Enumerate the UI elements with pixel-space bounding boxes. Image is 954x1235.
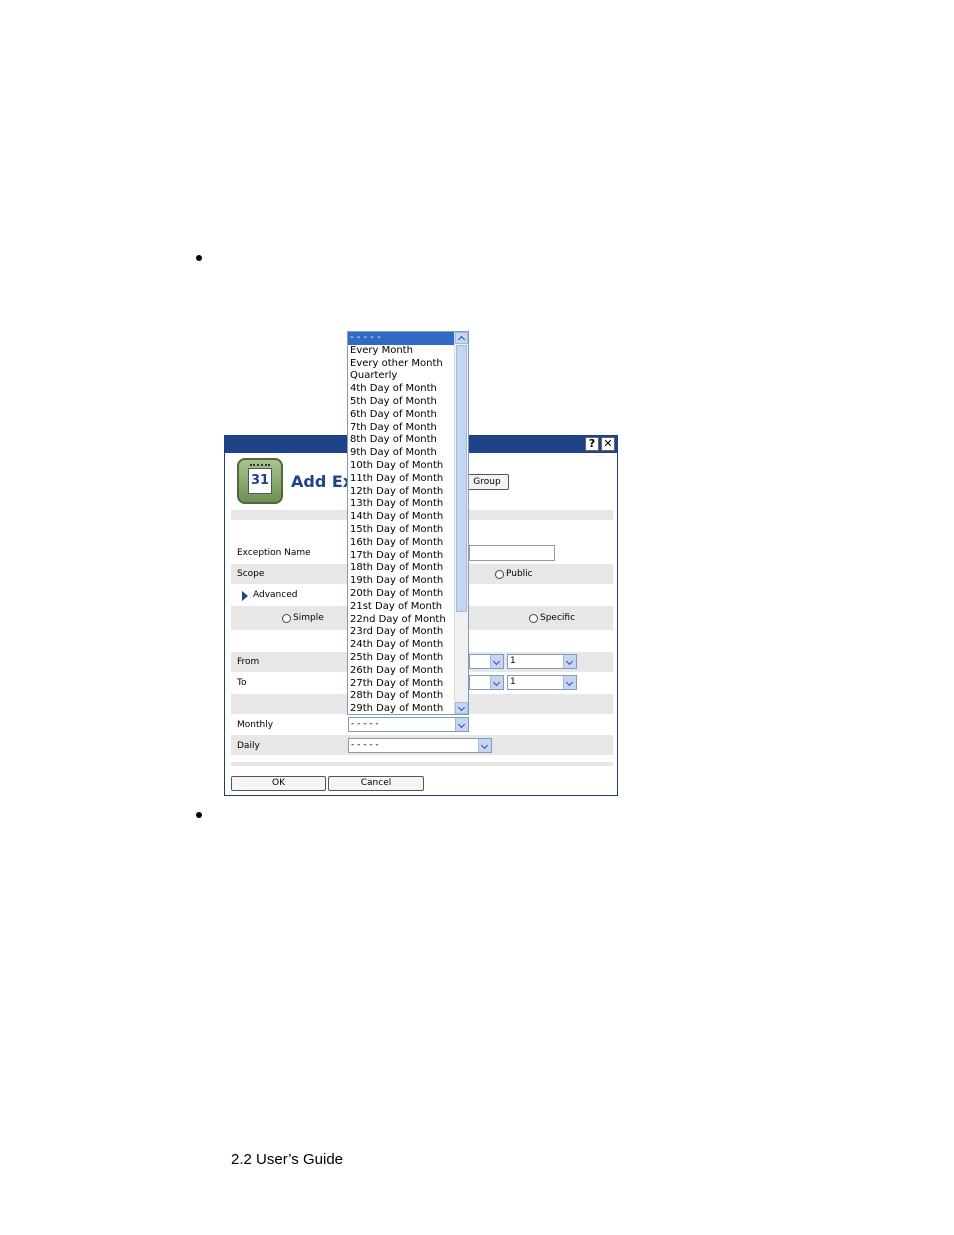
radio-circle-icon: [282, 613, 291, 623]
public-radio[interactable]: Public: [495, 569, 533, 579]
dropdown-option[interactable]: 26th Day of Month: [348, 665, 454, 678]
to-month-select[interactable]: 1: [507, 675, 577, 690]
dropdown-scrollbar[interactable]: [454, 332, 468, 714]
calendar-icon: 31: [237, 458, 283, 504]
cancel-button[interactable]: Cancel: [328, 776, 424, 791]
monthly-value: - - - - -: [351, 719, 379, 729]
public-radio-label: Public: [506, 569, 533, 579]
dropdown-option[interactable]: 17th Day of Month: [348, 550, 454, 563]
dropdown-option[interactable]: 10th Day of Month: [348, 460, 454, 473]
monthly-select[interactable]: - - - - -: [348, 717, 469, 732]
chevron-down-icon: [563, 655, 576, 668]
from-label: From: [237, 657, 260, 667]
dropdown-option[interactable]: 23rd Day of Month: [348, 626, 454, 639]
chevron-down-icon: [490, 676, 503, 689]
dropdown-option[interactable]: Every Month: [348, 345, 454, 358]
daily-label: Daily: [237, 741, 260, 751]
specific-radio-label: Specific: [540, 613, 576, 623]
chevron-down-icon: [563, 676, 576, 689]
ok-button[interactable]: OK: [231, 776, 326, 791]
advanced-toggle[interactable]: Advanced: [253, 590, 297, 600]
dropdown-option[interactable]: 9th Day of Month: [348, 447, 454, 460]
from-month-value: 1: [510, 656, 516, 666]
scroll-down-icon[interactable]: [455, 702, 468, 714]
footer-separator: [231, 762, 613, 766]
chevron-down-icon: [490, 655, 503, 668]
dropdown-option[interactable]: 28th Day of Month: [348, 690, 454, 703]
dropdown-option[interactable]: 22nd Day of Month: [348, 614, 454, 627]
dropdown-options: - - - - - Every Month Every other Month Qua…: [348, 332, 454, 714]
dropdown-option[interactable]: Every other Month: [348, 358, 454, 371]
help-button[interactable]: ?: [585, 437, 599, 451]
from-month-select[interactable]: 1: [507, 654, 577, 669]
radio-circle-icon: [529, 613, 538, 623]
dropdown-option[interactable]: 4th Day of Month: [348, 383, 454, 396]
calendar-number: 31: [248, 468, 272, 494]
chevron-down-icon: [455, 718, 468, 731]
dropdown-option[interactable]: 15th Day of Month: [348, 524, 454, 537]
dropdown-option[interactable]: 6th Day of Month: [348, 409, 454, 422]
from-day-select[interactable]: [469, 654, 504, 669]
dropdown-option[interactable]: 21st Day of Month: [348, 601, 454, 614]
dropdown-option[interactable]: 12th Day of Month: [348, 486, 454, 499]
dropdown-option[interactable]: - - - - -: [348, 332, 454, 345]
radio-circle-icon: [495, 569, 504, 579]
page-footer: 2.2 User’s Guide: [231, 1151, 344, 1168]
dropdown-option[interactable]: 19th Day of Month: [348, 575, 454, 588]
dropdown-option[interactable]: 13th Day of Month: [348, 498, 454, 511]
dropdown-option[interactable]: 24th Day of Month: [348, 639, 454, 652]
dropdown-option[interactable]: 11th Day of Month: [348, 473, 454, 486]
exception-name-label: Exception Name: [237, 548, 311, 558]
bullet-1: [196, 255, 202, 261]
dropdown-option[interactable]: 16th Day of Month: [348, 537, 454, 550]
simple-radio[interactable]: Simple: [282, 613, 324, 623]
group-button[interactable]: Group: [465, 474, 509, 490]
specific-radio[interactable]: Specific: [529, 613, 575, 623]
monthly-dropdown-list[interactable]: - - - - - Every Month Every other Month Qua…: [347, 331, 469, 715]
simple-radio-label: Simple: [293, 613, 324, 623]
dropdown-option[interactable]: 27th Day of Month: [348, 678, 454, 691]
dropdown-option[interactable]: 5th Day of Month: [348, 396, 454, 409]
dropdown-option[interactable]: 29th Day of Month: [348, 703, 454, 714]
to-day-select[interactable]: [469, 675, 504, 690]
dropdown-option[interactable]: 7th Day of Month: [348, 422, 454, 435]
to-label: To: [237, 678, 247, 688]
close-button[interactable]: ✕: [601, 437, 615, 451]
dropdown-option[interactable]: 18th Day of Month: [348, 562, 454, 575]
scroll-up-icon[interactable]: [455, 332, 468, 344]
daily-select[interactable]: - - - - -: [348, 738, 492, 753]
to-month-value: 1: [510, 677, 516, 687]
chevron-down-icon: [478, 739, 491, 752]
scroll-thumb[interactable]: [456, 345, 467, 612]
scope-label: Scope: [237, 569, 265, 579]
exception-name-field[interactable]: [469, 545, 555, 561]
dropdown-option[interactable]: 25th Day of Month: [348, 652, 454, 665]
dropdown-option[interactable]: 14th Day of Month: [348, 511, 454, 524]
triangle-right-icon[interactable]: [242, 591, 248, 601]
monthly-label: Monthly: [237, 720, 274, 730]
daily-value: - - - - -: [351, 740, 379, 750]
dropdown-option[interactable]: Quarterly: [348, 370, 454, 383]
bullet-2: [196, 812, 202, 818]
dropdown-option[interactable]: 8th Day of Month: [348, 434, 454, 447]
dropdown-option[interactable]: 20th Day of Month: [348, 588, 454, 601]
